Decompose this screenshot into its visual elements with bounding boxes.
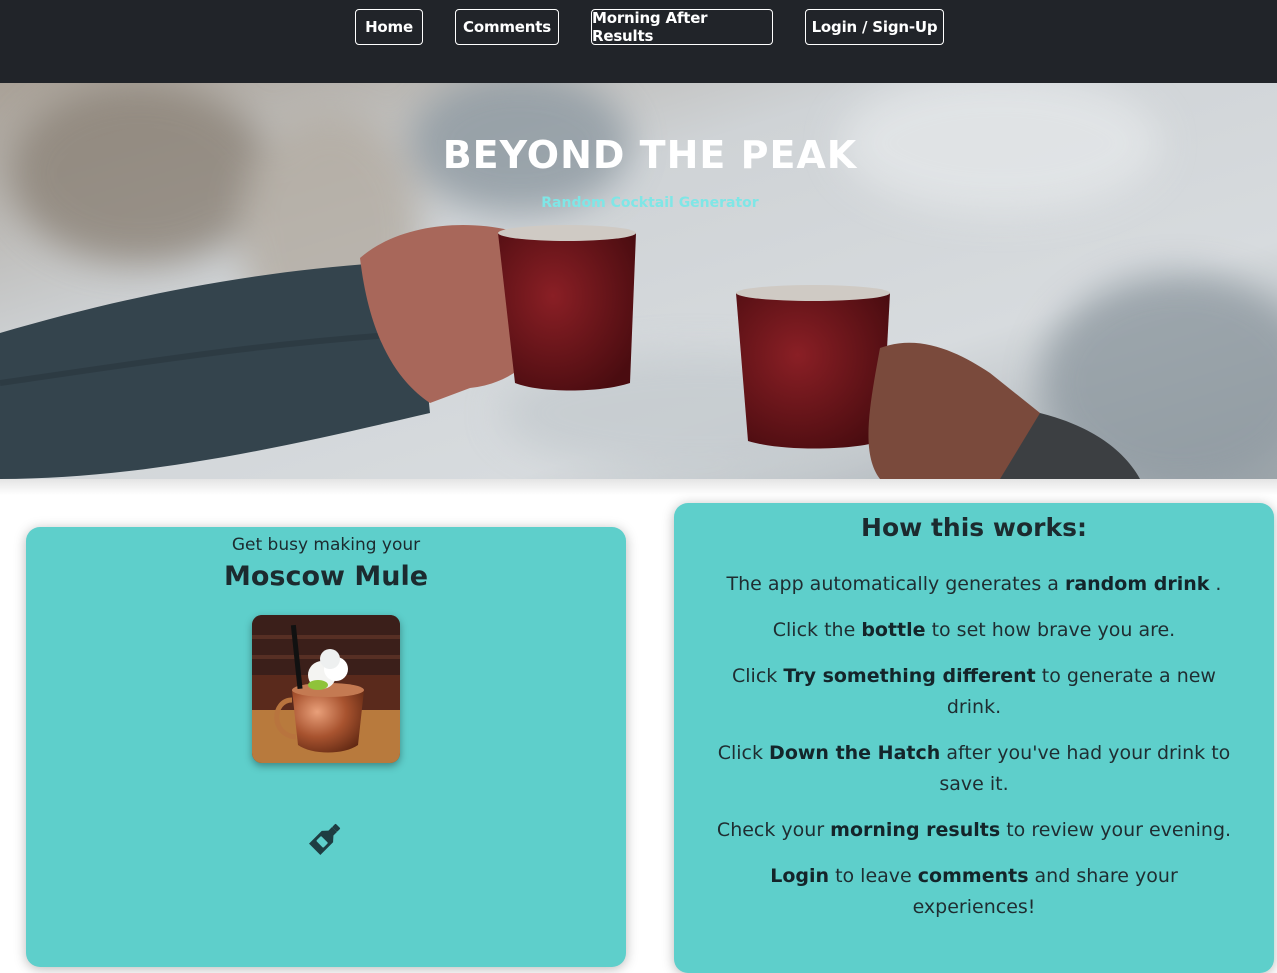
step-text: . (1209, 573, 1222, 595)
bottle-icon[interactable] (308, 820, 344, 856)
how-title: How this works: (861, 513, 1087, 542)
drink-name: Moscow Mule (223, 561, 429, 592)
nav-comments-button[interactable]: Comments (455, 9, 559, 45)
step-text: Check your (716, 819, 831, 841)
step-text: The app automatically generates a (726, 573, 1065, 595)
site-subtitle: Random Cocktail Generator (541, 195, 759, 211)
step-text: Click (732, 665, 784, 687)
how-step: Check your morning results to review you… (714, 815, 1234, 846)
nav-morning-after-results-button[interactable]: Morning After Results (591, 9, 773, 45)
how-it-works-card: How this works: The app automatically ge… (674, 503, 1274, 973)
step-text: to review your evening. (1000, 819, 1232, 841)
step-keyword: morning results (830, 819, 1001, 841)
nav-home-button[interactable]: Home (355, 9, 423, 45)
step-keyword: Login (770, 865, 830, 887)
how-step: Login to leave comments and share your e… (714, 861, 1234, 923)
hero-banner: BEYOND THE PEAK Random Cocktail Generato… (0, 83, 1277, 479)
drink-card: Get busy making your Moscow Mule (26, 527, 626, 967)
hero-shadow-divider (0, 479, 1277, 495)
step-keyword: Down the Hatch (769, 742, 941, 764)
step-text: to set how brave you are. (925, 619, 1176, 641)
top-navbar: Home Comments Morning After Results Logi… (0, 0, 1277, 83)
step-keyword: comments (917, 865, 1029, 887)
step-keyword: random drink (1064, 573, 1210, 595)
step-text: to leave (829, 865, 918, 887)
step-text: Click the (772, 619, 862, 641)
how-step: Click Down the Hatch after you've had yo… (714, 738, 1234, 800)
how-steps: The app automatically generates a random… (714, 569, 1234, 938)
step-keyword: bottle (861, 619, 926, 641)
drink-photo (252, 615, 400, 763)
site-title: BEYOND THE PEAK (442, 133, 858, 177)
drink-lead-text: Get busy making your (231, 535, 421, 555)
how-step: The app automatically generates a random… (714, 569, 1234, 600)
step-keyword: Try something different (783, 665, 1036, 687)
nav-login-signup-button[interactable]: Login / Sign-Up (805, 9, 944, 45)
step-text: after you've had your drink to save it. (939, 742, 1231, 795)
how-step: Click the bottle to set how brave you ar… (714, 615, 1234, 646)
how-step: Click Try something different to generat… (714, 661, 1234, 723)
step-text: Click (717, 742, 770, 764)
